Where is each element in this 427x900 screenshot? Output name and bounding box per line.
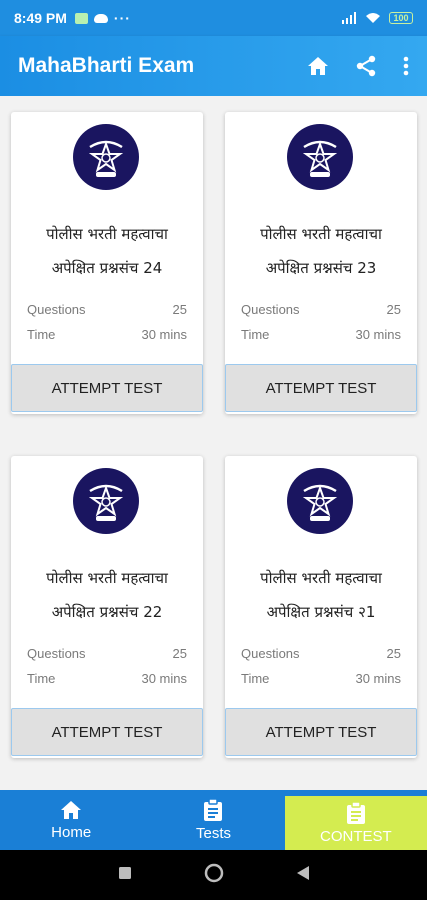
status-time: 8:49 PM	[14, 10, 67, 26]
questions-label: Questions	[241, 646, 300, 661]
attempt-test-button[interactable]: ATTEMPT TEST	[225, 364, 417, 412]
questions-value: 25	[172, 302, 187, 317]
message-icon	[74, 12, 88, 24]
nav-tests-label: Tests	[195, 824, 231, 842]
back-icon[interactable]	[296, 865, 310, 886]
time-row: Time 30 mins	[27, 671, 187, 686]
test-card[interactable]: पोलीस भरती महत्वाचा अपेक्षित प्रश्नसंच 2…	[11, 112, 203, 414]
time-label: Time	[241, 327, 270, 342]
questions-label: Questions	[27, 302, 86, 317]
questions-value: 25	[386, 646, 401, 661]
questions-row: Questions 25	[27, 646, 187, 661]
share-icon[interactable]	[355, 55, 377, 77]
test-title-line1: पोलीस भरती महत्वाचा	[260, 225, 382, 243]
status-notifications: ···	[74, 10, 131, 26]
bottom-nav: Home Tests CONTEST	[0, 790, 427, 850]
time-label: Time	[241, 671, 270, 686]
test-title-line1: पोलीस भरती महत्वाचा	[46, 569, 168, 587]
home-button-icon[interactable]	[204, 863, 224, 888]
time-label: Time	[27, 327, 56, 342]
time-value: 30 mins	[141, 327, 187, 342]
test-card[interactable]: पोलीस भरती महत्वाचा अपेक्षित प्रश्नसंच 2…	[11, 456, 203, 758]
test-title-line2: अपेक्षित प्रश्नसंच 22	[51, 603, 163, 621]
questions-row: Questions 25	[241, 646, 401, 661]
police-logo-icon	[287, 468, 353, 534]
attempt-test-button[interactable]: ATTEMPT TEST	[225, 708, 417, 756]
app-title: MahaBharti Exam	[18, 54, 195, 77]
system-nav-bar	[0, 850, 427, 900]
app-bar: MahaBharti Exam	[0, 36, 427, 96]
questions-label: Questions	[241, 302, 300, 317]
clipboard-icon	[346, 801, 365, 824]
nav-home-label: Home	[51, 823, 92, 841]
questions-value: 25	[386, 302, 401, 317]
time-value: 30 mins	[355, 671, 401, 686]
questions-row: Questions 25	[27, 302, 187, 317]
questions-value: 25	[172, 646, 187, 661]
home-icon	[61, 800, 82, 819]
more-notifications-icon: ···	[113, 10, 131, 26]
time-value: 30 mins	[141, 671, 187, 686]
attempt-test-button[interactable]: ATTEMPT TEST	[11, 708, 203, 756]
attempt-test-button[interactable]: ATTEMPT TEST	[11, 364, 203, 412]
police-logo-icon	[73, 124, 139, 190]
time-row: Time 30 mins	[27, 327, 187, 342]
questions-label: Questions	[27, 646, 86, 661]
questions-row: Questions 25	[241, 302, 401, 317]
home-icon[interactable]	[307, 56, 329, 76]
signal-icon	[342, 12, 356, 24]
status-system-icons: 100	[341, 12, 413, 24]
app-actions	[307, 55, 409, 77]
test-card[interactable]: पोलीस भरती महत्वाचा अपेक्षित प्रश्नसंच 2…	[225, 112, 417, 414]
time-row: Time 30 mins	[241, 327, 401, 342]
test-title-line2: अपेक्षित प्रश्नसंच २1	[266, 603, 376, 621]
test-card[interactable]: पोलीस भरती महत्वाचा अपेक्षित प्रश्नसंच २…	[225, 456, 417, 758]
test-title-line1: पोलीस भरती महत्वाचा	[46, 225, 168, 243]
more-vert-icon[interactable]	[403, 56, 409, 76]
status-bar: 8:49 PM ··· 100	[0, 0, 427, 36]
clipboard-icon	[204, 798, 223, 821]
test-title-line2: अपेक्षित प्रश्नसंच 24	[51, 259, 163, 277]
nav-contest[interactable]: CONTEST	[284, 796, 427, 850]
time-value: 30 mins	[355, 327, 401, 342]
test-title-line1: पोलीस भरती महत्वाचा	[260, 569, 382, 587]
test-title-line2: अपेक्षित प्रश्नसंच 23	[265, 259, 377, 277]
battery-icon: 100	[389, 12, 413, 24]
test-grid: पोलीस भरती महत्वाचा अपेक्षित प्रश्नसंच 2…	[0, 96, 427, 790]
police-logo-icon	[287, 124, 353, 190]
cloud-icon	[93, 13, 108, 23]
time-label: Time	[27, 671, 56, 686]
police-logo-icon	[73, 468, 139, 534]
nav-contest-label: CONTEST	[319, 827, 392, 845]
nav-home[interactable]: Home	[0, 790, 142, 850]
time-row: Time 30 mins	[241, 671, 401, 686]
wifi-icon	[366, 13, 380, 23]
recents-icon[interactable]	[118, 866, 132, 885]
nav-tests[interactable]: Tests	[142, 790, 284, 850]
